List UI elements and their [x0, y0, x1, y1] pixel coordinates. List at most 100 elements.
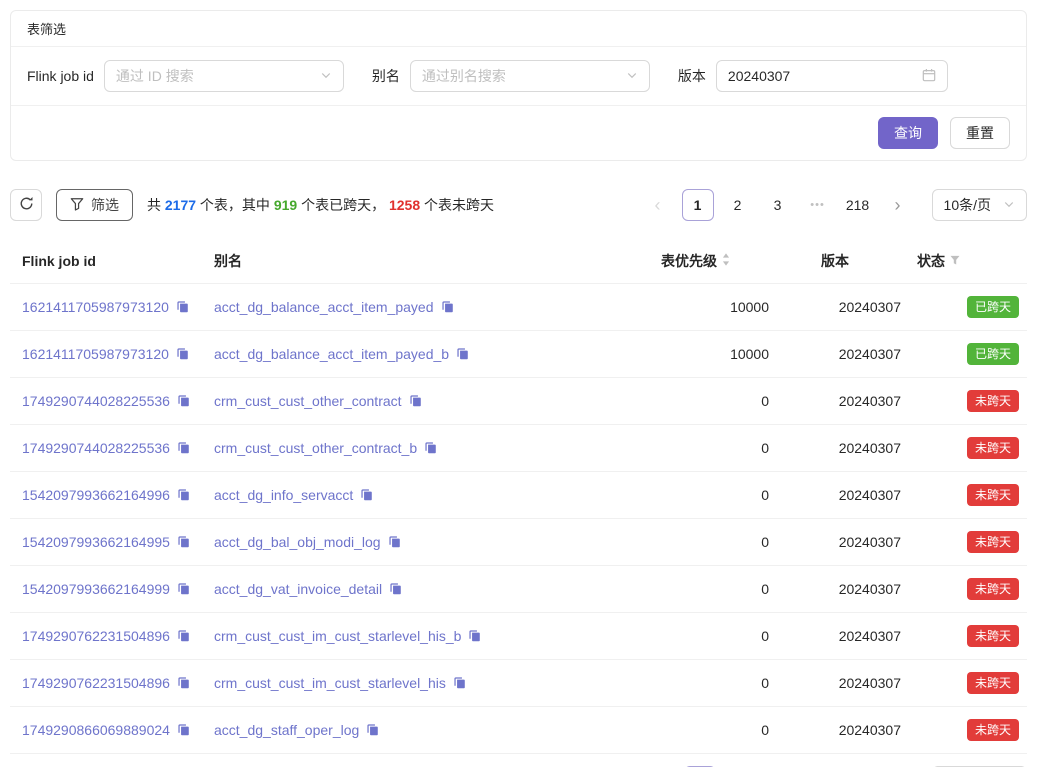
job-id-link[interactable]: 1749290762231504896: [22, 675, 170, 691]
copy-icon[interactable]: [389, 582, 402, 598]
copy-icon[interactable]: [366, 723, 379, 739]
version-cell: 20240307: [813, 425, 909, 472]
alias-select[interactable]: 通过别名搜索: [410, 60, 650, 92]
copy-icon[interactable]: [453, 676, 466, 692]
query-button[interactable]: 查询: [878, 117, 938, 149]
summary-suffix: 个表未跨天: [420, 197, 494, 213]
summary-mid2: 个表已跨天，: [297, 197, 389, 213]
alias-link[interactable]: crm_cust_cust_im_cust_starlevel_his: [214, 675, 446, 691]
version-cell: 20240307: [813, 284, 909, 331]
job-id-cell: 1749290744028225536: [10, 378, 206, 425]
column-header-priority[interactable]: 表优先级: [653, 239, 813, 284]
status-badge: 未跨天: [967, 578, 1019, 600]
filter-toggle-label: 筛选: [91, 195, 119, 215]
copy-icon[interactable]: [177, 488, 190, 504]
alias-link[interactable]: acct_dg_balance_acct_item_payed: [214, 299, 434, 315]
priority-cell: 0: [653, 707, 813, 754]
job-id-link[interactable]: 1749290744028225536: [22, 440, 170, 456]
job-id-cell: 1542097993662164996: [10, 472, 206, 519]
pagination-page-218[interactable]: 218: [842, 189, 874, 221]
status-badge: 未跨天: [967, 437, 1019, 459]
job-id-link[interactable]: 1621411705987973120: [22, 299, 169, 315]
alias-link[interactable]: acct_dg_vat_invoice_detail: [214, 581, 382, 597]
pagination-page-3[interactable]: 3: [762, 189, 794, 221]
table-row: 1621411705987973120 acct_dg_balance_acct…: [10, 331, 1027, 378]
filter-toggle-button[interactable]: 筛选: [56, 189, 133, 221]
version-field: 版本 20240307: [678, 60, 948, 92]
column-header-status[interactable]: 状态: [909, 239, 1027, 284]
copy-icon[interactable]: [176, 300, 189, 316]
pagination-page-1[interactable]: 1: [682, 189, 714, 221]
job-id-link[interactable]: 1542097993662164996: [22, 487, 170, 503]
alias-cell: crm_cust_cust_im_cust_starlevel_his: [206, 660, 653, 707]
column-header-version: 版本: [813, 239, 909, 284]
alias-cell: crm_cust_cust_other_contract: [206, 378, 653, 425]
copy-icon[interactable]: [177, 582, 190, 598]
table-row: 1749290866069889024 acct_dg_staff_oper_l…: [10, 707, 1027, 754]
alias-link[interactable]: crm_cust_cust_other_contract_b: [214, 440, 417, 456]
job-id-select[interactable]: 通过 ID 搜索: [104, 60, 344, 92]
alias-field: 别名 通过别名搜索: [372, 60, 650, 92]
table-row: 1749290762231504896 crm_cust_cust_im_cus…: [10, 660, 1027, 707]
alias-link[interactable]: acct_dg_info_servacct: [214, 487, 353, 503]
status-cell: 未跨天: [909, 707, 1027, 754]
version-cell: 20240307: [813, 707, 909, 754]
version-cell: 20240307: [813, 613, 909, 660]
copy-icon[interactable]: [424, 441, 437, 457]
alias-link[interactable]: acct_dg_bal_obj_modi_log: [214, 534, 381, 550]
alias-link[interactable]: acct_dg_staff_oper_log: [214, 722, 359, 738]
priority-cell: 10000: [653, 284, 813, 331]
priority-cell: 0: [653, 472, 813, 519]
copy-icon[interactable]: [176, 347, 189, 363]
status-badge: 未跨天: [967, 484, 1019, 506]
alias-cell: acct_dg_bal_obj_modi_log: [206, 519, 653, 566]
job-id-link[interactable]: 1749290744028225536: [22, 393, 170, 409]
copy-icon[interactable]: [177, 441, 190, 457]
copy-icon[interactable]: [177, 676, 190, 692]
priority-cell: 0: [653, 378, 813, 425]
priority-cell: 0: [653, 425, 813, 472]
copy-icon[interactable]: [456, 347, 469, 363]
job-id-link[interactable]: 1542097993662164995: [22, 534, 170, 550]
copy-icon[interactable]: [409, 394, 422, 410]
copy-icon[interactable]: [441, 300, 454, 316]
table-row: 1542097993662164996 acct_dg_info_servacc…: [10, 472, 1027, 519]
job-id-cell: 1749290762231504896: [10, 613, 206, 660]
version-cell: 20240307: [813, 331, 909, 378]
top-pager: ‹123•••218›: [642, 189, 914, 221]
refresh-button[interactable]: [10, 189, 42, 221]
status-badge: 未跨天: [967, 531, 1019, 553]
alias-cell: acct_dg_vat_invoice_detail: [206, 566, 653, 613]
copy-icon[interactable]: [177, 723, 190, 739]
alias-link[interactable]: acct_dg_balance_acct_item_payed_b: [214, 346, 449, 362]
pagination-ellipsis[interactable]: •••: [802, 189, 834, 221]
copy-icon[interactable]: [177, 535, 190, 551]
pagination-page-2[interactable]: 2: [722, 189, 754, 221]
alias-link[interactable]: crm_cust_cust_im_cust_starlevel_his_b: [214, 628, 461, 644]
pagination-next[interactable]: ›: [882, 189, 914, 221]
column-filter-icon[interactable]: [949, 253, 961, 269]
job-id-link[interactable]: 1749290866069889024: [22, 722, 170, 738]
job-id-link[interactable]: 1749290762231504896: [22, 628, 170, 644]
chevron-down-icon: [1003, 197, 1015, 213]
alias-label: 别名: [372, 66, 400, 86]
status-cell: 未跨天: [909, 519, 1027, 566]
job-id-link[interactable]: 1542097993662164999: [22, 581, 170, 597]
job-id-cell: 1542097993662164999: [10, 566, 206, 613]
sort-icon[interactable]: [721, 252, 731, 270]
copy-icon[interactable]: [177, 394, 190, 410]
page-size-select-top[interactable]: 10条/页: [932, 189, 1027, 221]
copy-icon[interactable]: [468, 629, 481, 645]
pagination-prev[interactable]: ‹: [642, 189, 674, 221]
status-cell: 已跨天: [909, 284, 1027, 331]
alias-link[interactable]: crm_cust_cust_other_contract: [214, 393, 402, 409]
chevron-down-icon: [626, 68, 638, 84]
copy-icon[interactable]: [388, 535, 401, 551]
copy-icon[interactable]: [360, 488, 373, 504]
job-id-link[interactable]: 1621411705987973120: [22, 346, 169, 362]
reset-button[interactable]: 重置: [950, 117, 1010, 149]
version-cell: 20240307: [813, 378, 909, 425]
version-date-picker[interactable]: 20240307: [716, 60, 948, 92]
alias-cell: acct_dg_balance_acct_item_payed_b: [206, 331, 653, 378]
copy-icon[interactable]: [177, 629, 190, 645]
